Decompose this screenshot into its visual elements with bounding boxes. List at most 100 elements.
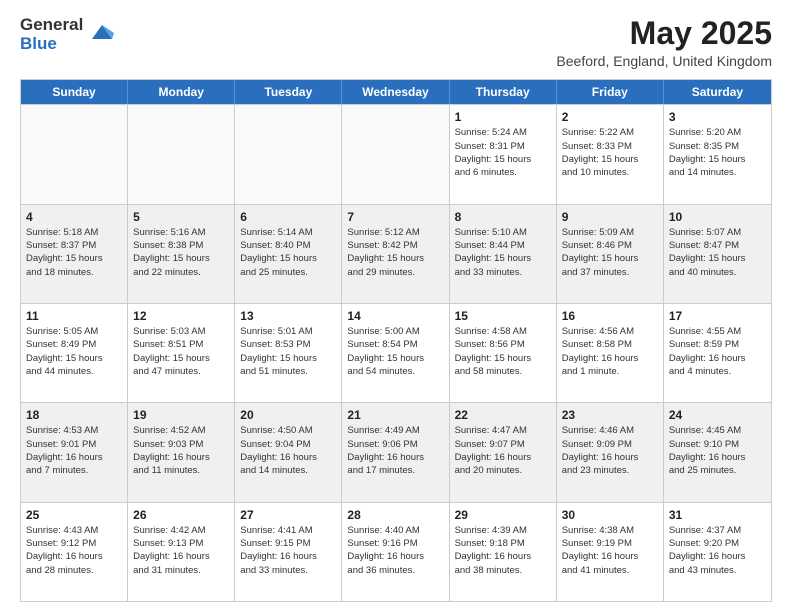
calendar-cell: 23Sunrise: 4:46 AM Sunset: 9:09 PM Dayli… <box>557 403 664 501</box>
day-info: Sunrise: 4:55 AM Sunset: 8:59 PM Dayligh… <box>669 325 766 378</box>
calendar-cell: 7Sunrise: 5:12 AM Sunset: 8:42 PM Daylig… <box>342 205 449 303</box>
header: General Blue May 2025 Beeford, England, … <box>20 16 772 69</box>
day-info: Sunrise: 4:50 AM Sunset: 9:04 PM Dayligh… <box>240 424 336 477</box>
calendar-cell: 27Sunrise: 4:41 AM Sunset: 9:15 PM Dayli… <box>235 503 342 601</box>
day-number: 19 <box>133 407 229 423</box>
main-title: May 2025 <box>556 16 772 51</box>
calendar-cell: 1Sunrise: 5:24 AM Sunset: 8:31 PM Daylig… <box>450 105 557 203</box>
day-info: Sunrise: 4:47 AM Sunset: 9:07 PM Dayligh… <box>455 424 551 477</box>
day-number: 24 <box>669 407 766 423</box>
cal-header-day: Tuesday <box>235 80 342 104</box>
calendar-cell: 2Sunrise: 5:22 AM Sunset: 8:33 PM Daylig… <box>557 105 664 203</box>
day-info: Sunrise: 5:18 AM Sunset: 8:37 PM Dayligh… <box>26 226 122 279</box>
day-number: 4 <box>26 209 122 225</box>
day-info: Sunrise: 4:45 AM Sunset: 9:10 PM Dayligh… <box>669 424 766 477</box>
calendar-cell: 15Sunrise: 4:58 AM Sunset: 8:56 PM Dayli… <box>450 304 557 402</box>
calendar-cell: 25Sunrise: 4:43 AM Sunset: 9:12 PM Dayli… <box>21 503 128 601</box>
calendar-cell: 28Sunrise: 4:40 AM Sunset: 9:16 PM Dayli… <box>342 503 449 601</box>
day-info: Sunrise: 4:52 AM Sunset: 9:03 PM Dayligh… <box>133 424 229 477</box>
calendar-cell: 22Sunrise: 4:47 AM Sunset: 9:07 PM Dayli… <box>450 403 557 501</box>
day-number: 7 <box>347 209 443 225</box>
cal-header-day: Saturday <box>664 80 771 104</box>
calendar-cell <box>128 105 235 203</box>
day-number: 5 <box>133 209 229 225</box>
calendar-cell: 18Sunrise: 4:53 AM Sunset: 9:01 PM Dayli… <box>21 403 128 501</box>
subtitle: Beeford, England, United Kingdom <box>556 53 772 69</box>
logo-blue: Blue <box>20 35 83 54</box>
calendar-cell: 19Sunrise: 4:52 AM Sunset: 9:03 PM Dayli… <box>128 403 235 501</box>
day-number: 29 <box>455 507 551 523</box>
calendar-cell: 31Sunrise: 4:37 AM Sunset: 9:20 PM Dayli… <box>664 503 771 601</box>
day-info: Sunrise: 5:03 AM Sunset: 8:51 PM Dayligh… <box>133 325 229 378</box>
title-block: May 2025 Beeford, England, United Kingdo… <box>556 16 772 69</box>
day-info: Sunrise: 4:49 AM Sunset: 9:06 PM Dayligh… <box>347 424 443 477</box>
calendar-cell: 26Sunrise: 4:42 AM Sunset: 9:13 PM Dayli… <box>128 503 235 601</box>
day-info: Sunrise: 4:43 AM Sunset: 9:12 PM Dayligh… <box>26 524 122 577</box>
day-info: Sunrise: 4:39 AM Sunset: 9:18 PM Dayligh… <box>455 524 551 577</box>
cal-header-day: Monday <box>128 80 235 104</box>
day-info: Sunrise: 4:46 AM Sunset: 9:09 PM Dayligh… <box>562 424 658 477</box>
calendar-cell: 13Sunrise: 5:01 AM Sunset: 8:53 PM Dayli… <box>235 304 342 402</box>
day-info: Sunrise: 5:24 AM Sunset: 8:31 PM Dayligh… <box>455 126 551 179</box>
day-info: Sunrise: 4:53 AM Sunset: 9:01 PM Dayligh… <box>26 424 122 477</box>
calendar-cell: 3Sunrise: 5:20 AM Sunset: 8:35 PM Daylig… <box>664 105 771 203</box>
day-info: Sunrise: 4:40 AM Sunset: 9:16 PM Dayligh… <box>347 524 443 577</box>
cal-header-day: Sunday <box>21 80 128 104</box>
day-number: 31 <box>669 507 766 523</box>
calendar-body: 1Sunrise: 5:24 AM Sunset: 8:31 PM Daylig… <box>21 104 771 601</box>
day-number: 28 <box>347 507 443 523</box>
day-info: Sunrise: 4:41 AM Sunset: 9:15 PM Dayligh… <box>240 524 336 577</box>
day-number: 27 <box>240 507 336 523</box>
day-info: Sunrise: 4:42 AM Sunset: 9:13 PM Dayligh… <box>133 524 229 577</box>
day-number: 20 <box>240 407 336 423</box>
day-info: Sunrise: 4:58 AM Sunset: 8:56 PM Dayligh… <box>455 325 551 378</box>
day-info: Sunrise: 5:12 AM Sunset: 8:42 PM Dayligh… <box>347 226 443 279</box>
day-number: 6 <box>240 209 336 225</box>
calendar-cell: 21Sunrise: 4:49 AM Sunset: 9:06 PM Dayli… <box>342 403 449 501</box>
day-info: Sunrise: 4:37 AM Sunset: 9:20 PM Dayligh… <box>669 524 766 577</box>
day-number: 30 <box>562 507 658 523</box>
calendar-row: 25Sunrise: 4:43 AM Sunset: 9:12 PM Dayli… <box>21 502 771 601</box>
calendar-cell: 17Sunrise: 4:55 AM Sunset: 8:59 PM Dayli… <box>664 304 771 402</box>
day-info: Sunrise: 4:38 AM Sunset: 9:19 PM Dayligh… <box>562 524 658 577</box>
day-number: 8 <box>455 209 551 225</box>
day-info: Sunrise: 5:05 AM Sunset: 8:49 PM Dayligh… <box>26 325 122 378</box>
day-info: Sunrise: 5:16 AM Sunset: 8:38 PM Dayligh… <box>133 226 229 279</box>
logo: General Blue <box>20 16 116 53</box>
day-number: 17 <box>669 308 766 324</box>
calendar-cell: 4Sunrise: 5:18 AM Sunset: 8:37 PM Daylig… <box>21 205 128 303</box>
day-number: 11 <box>26 308 122 324</box>
day-info: Sunrise: 5:00 AM Sunset: 8:54 PM Dayligh… <box>347 325 443 378</box>
day-number: 22 <box>455 407 551 423</box>
calendar-row: 4Sunrise: 5:18 AM Sunset: 8:37 PM Daylig… <box>21 204 771 303</box>
calendar-cell: 8Sunrise: 5:10 AM Sunset: 8:44 PM Daylig… <box>450 205 557 303</box>
calendar-cell: 16Sunrise: 4:56 AM Sunset: 8:58 PM Dayli… <box>557 304 664 402</box>
day-info: Sunrise: 5:14 AM Sunset: 8:40 PM Dayligh… <box>240 226 336 279</box>
calendar-cell <box>235 105 342 203</box>
day-info: Sunrise: 4:56 AM Sunset: 8:58 PM Dayligh… <box>562 325 658 378</box>
day-number: 9 <box>562 209 658 225</box>
calendar-cell: 10Sunrise: 5:07 AM Sunset: 8:47 PM Dayli… <box>664 205 771 303</box>
calendar-cell: 24Sunrise: 4:45 AM Sunset: 9:10 PM Dayli… <box>664 403 771 501</box>
calendar-cell: 29Sunrise: 4:39 AM Sunset: 9:18 PM Dayli… <box>450 503 557 601</box>
cal-header-day: Friday <box>557 80 664 104</box>
day-info: Sunrise: 5:10 AM Sunset: 8:44 PM Dayligh… <box>455 226 551 279</box>
day-number: 21 <box>347 407 443 423</box>
calendar: SundayMondayTuesdayWednesdayThursdayFrid… <box>20 79 772 602</box>
day-number: 2 <box>562 109 658 125</box>
calendar-cell: 30Sunrise: 4:38 AM Sunset: 9:19 PM Dayli… <box>557 503 664 601</box>
calendar-cell <box>342 105 449 203</box>
calendar-cell: 20Sunrise: 4:50 AM Sunset: 9:04 PM Dayli… <box>235 403 342 501</box>
day-number: 26 <box>133 507 229 523</box>
calendar-cell: 12Sunrise: 5:03 AM Sunset: 8:51 PM Dayli… <box>128 304 235 402</box>
day-number: 13 <box>240 308 336 324</box>
day-info: Sunrise: 5:01 AM Sunset: 8:53 PM Dayligh… <box>240 325 336 378</box>
day-number: 16 <box>562 308 658 324</box>
day-number: 10 <box>669 209 766 225</box>
cal-header-day: Wednesday <box>342 80 449 104</box>
calendar-row: 1Sunrise: 5:24 AM Sunset: 8:31 PM Daylig… <box>21 104 771 203</box>
calendar-cell: 6Sunrise: 5:14 AM Sunset: 8:40 PM Daylig… <box>235 205 342 303</box>
page: General Blue May 2025 Beeford, England, … <box>0 0 792 612</box>
cal-header-day: Thursday <box>450 80 557 104</box>
day-info: Sunrise: 5:07 AM Sunset: 8:47 PM Dayligh… <box>669 226 766 279</box>
